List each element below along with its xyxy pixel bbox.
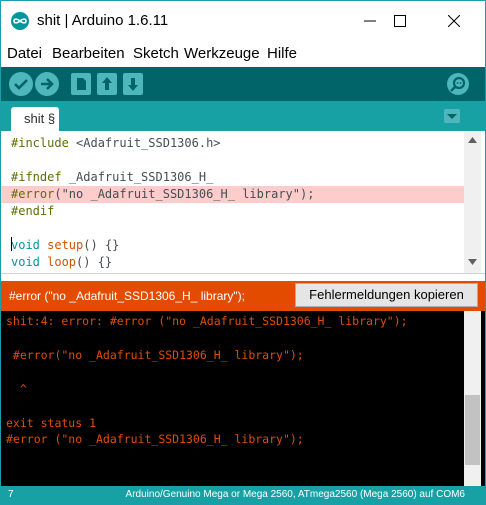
menu-hilfe[interactable]: Hilfe: [267, 45, 297, 62]
tab-menu-button[interactable]: [444, 109, 460, 123]
code-editor[interactable]: #include <Adafruit_SSD1306.h> #ifndef _A…: [1, 131, 485, 273]
code-token: #error: [11, 187, 55, 201]
magnifier-icon: [450, 76, 466, 92]
console-line: shit:4: error: #error ("no _Adafruit_SSD…: [6, 314, 408, 328]
status-bar: 7 Arduino/Genuino Mega or Mega 2560, ATm…: [1, 486, 485, 504]
check-icon: [14, 79, 28, 90]
code-token: setup: [39, 238, 84, 252]
code-token: loop: [39, 255, 77, 269]
code-line-4-error: #error("no _Adafruit_SSD1306_H_ library"…: [1, 186, 464, 203]
menu-werkzeuge[interactable]: Werkzeuge: [184, 45, 260, 62]
close-button[interactable]: [431, 1, 477, 41]
editor-console-divider[interactable]: [1, 273, 485, 281]
maximize-button[interactable]: [377, 1, 423, 41]
editor-scrollbar[interactable]: [464, 131, 481, 273]
tab-label: shit §: [24, 111, 56, 126]
code-line-5: #endif: [1, 203, 464, 220]
window-title: shit | Arduino 1.6.11: [37, 12, 169, 29]
code-token: <Adafruit_SSD1306.h>: [76, 136, 221, 150]
upload-button[interactable]: [35, 72, 59, 96]
console-line: ^: [6, 382, 27, 396]
verify-button[interactable]: [9, 72, 33, 96]
code-token: #endif: [11, 204, 55, 218]
code-token: ("no _Adafruit_SSD1306_H_ library");: [54, 187, 315, 201]
code-token: void: [11, 238, 40, 252]
tab-strip: shit §: [1, 101, 485, 131]
code-token: #ifndef: [11, 170, 69, 184]
text-caret: [11, 237, 12, 251]
code-token: _Adafruit_SSD1306_H_: [68, 170, 214, 184]
menu-sketch[interactable]: Sketch: [133, 45, 179, 62]
toolbar: [1, 67, 485, 101]
code-token: () {}: [76, 255, 113, 269]
code-token: void: [11, 255, 40, 269]
copy-error-messages-button[interactable]: Fehlermeldungen kopieren: [295, 283, 478, 307]
open-arrow-up-icon: [102, 77, 112, 90]
error-bar: #error ("no _Adafruit_SSD1306_H_ library…: [1, 281, 485, 311]
console-scroll-thumb[interactable]: [465, 395, 480, 465]
code-line-1: #include <Adafruit_SSD1306.h>: [1, 135, 464, 152]
console-scrollbar[interactable]: [464, 311, 481, 486]
error-message: #error ("no _Adafruit_SSD1306_H_ library…: [9, 289, 245, 303]
console-line: exit status 1: [6, 416, 97, 430]
menu-bearbeiten[interactable]: Bearbeiten: [52, 45, 125, 62]
title-bar: shit | Arduino 1.6.11: [1, 1, 485, 41]
save-arrow-down-icon: [128, 78, 138, 91]
console-line: #error("no _Adafruit_SSD1306_H_ library"…: [6, 348, 304, 362]
console-output[interactable]: shit:4: error: #error ("no _Adafruit_SSD…: [1, 311, 485, 486]
menu-bar: Datei Bearbeiten Sketch Werkzeuge Hilfe: [1, 41, 485, 66]
arduino-logo-icon: [11, 12, 29, 30]
code-token: () {}: [83, 238, 120, 252]
open-button[interactable]: [97, 73, 117, 95]
console-line: #error ("no _Adafruit_SSD1306_H_ library…: [6, 432, 304, 446]
code-line-7: void setup() {}: [1, 237, 464, 254]
line-number: 7: [8, 489, 14, 500]
code-line-8: void loop() {}: [1, 254, 464, 271]
scroll-down-icon[interactable]: [468, 259, 477, 265]
new-button[interactable]: [71, 73, 91, 95]
code-line-3: #ifndef _Adafruit_SSD1306_H_: [1, 169, 464, 186]
chevron-down-icon: [447, 114, 457, 119]
tab-shit[interactable]: shit §: [11, 107, 59, 131]
save-button[interactable]: [123, 73, 143, 95]
arduino-ide-window: shit | Arduino 1.6.11 Datei Bearbeiten S…: [0, 0, 486, 505]
menu-datei[interactable]: Datei: [7, 45, 42, 62]
serial-monitor-button[interactable]: [447, 73, 469, 95]
code-token: #include: [11, 136, 77, 150]
new-file-icon: [77, 78, 86, 90]
board-info: Arduino/Genuino Mega or Mega 2560, ATmeg…: [125, 489, 465, 500]
scroll-up-icon[interactable]: [468, 137, 477, 143]
arrow-right-icon: [41, 78, 54, 90]
